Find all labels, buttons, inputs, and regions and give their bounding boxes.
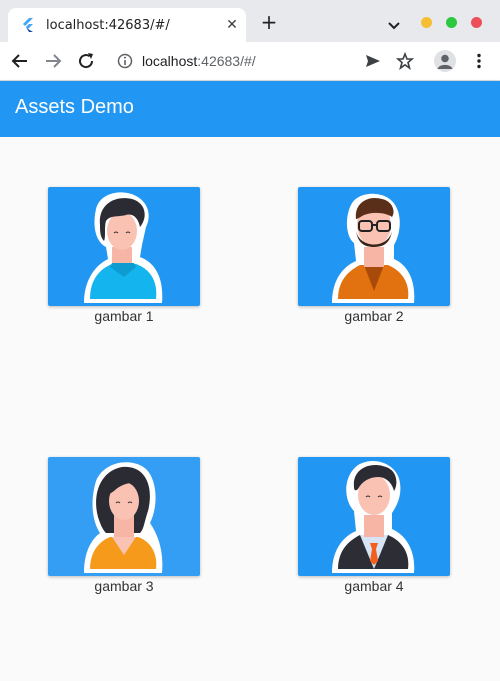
image-3 [48, 457, 200, 576]
site-info-icon[interactable] [117, 53, 133, 69]
more-vert-icon[interactable] [470, 52, 488, 70]
image-caption: gambar 2 [344, 308, 404, 324]
avatar-man-suit-tie-icon [332, 461, 415, 573]
browser-toolbar: localhost:42683/#/ [0, 42, 500, 81]
window-maximize-button[interactable] [446, 17, 457, 28]
image-caption: gambar 4 [344, 578, 404, 594]
app-bar: Assets Demo [0, 81, 500, 137]
image-4 [298, 457, 450, 576]
window-close-button[interactable] [471, 17, 482, 28]
chevron-down-icon[interactable] [386, 17, 402, 33]
profile-avatar[interactable] [434, 50, 456, 72]
image-card-3: gambar 3 [48, 457, 200, 595]
url-path: :42683/#/ [197, 53, 256, 69]
image-card-4: gambar 4 [298, 457, 450, 595]
close-tab-icon[interactable]: ✕ [218, 17, 246, 33]
address-bar[interactable]: localhost:42683/#/ [142, 52, 256, 70]
image-1 [48, 187, 200, 306]
avatar-woman-orange-shirt-icon [84, 462, 163, 573]
profile-icon [437, 54, 453, 69]
flutter-favicon-icon [23, 18, 33, 32]
url-host: localhost [142, 53, 198, 69]
page-title: Assets Demo [15, 96, 134, 118]
image-grid: gambar 1 gambar 2 gambar 3 gambar 4 [0, 137, 500, 681]
send-icon[interactable] [364, 52, 382, 70]
new-tab-button[interactable]: + [258, 12, 280, 34]
image-2 [298, 187, 450, 306]
image-card-1: gambar 1 [48, 187, 200, 325]
reload-icon[interactable] [76, 51, 96, 71]
back-arrow-icon[interactable] [10, 51, 30, 71]
window-minimize-button[interactable] [421, 17, 432, 28]
avatar-man-blue-sweater-icon [84, 192, 163, 303]
avatar-man-glasses-orange-jacket-icon [332, 193, 415, 303]
image-caption: gambar 3 [94, 578, 154, 594]
tab-title: localhost:42683/#/ [46, 17, 170, 33]
image-caption: gambar 1 [94, 308, 154, 324]
browser-tab[interactable]: localhost:42683/#/ ✕ [8, 8, 246, 42]
forward-arrow-icon[interactable] [43, 51, 63, 71]
bookmark-star-icon[interactable] [396, 52, 414, 70]
browser-tab-strip: localhost:42683/#/ ✕ + [0, 0, 500, 42]
image-card-2: gambar 2 [298, 187, 450, 325]
